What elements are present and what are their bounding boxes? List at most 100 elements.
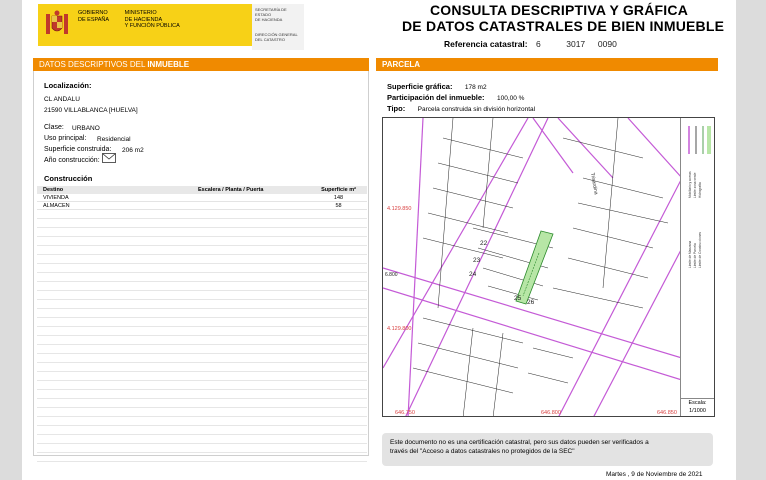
empty-table-row <box>37 426 367 435</box>
tipo-value: Parcela construida sin división horizont… <box>417 106 536 113</box>
disclaimer-box: Este documento no es una certificación c… <box>382 433 713 466</box>
empty-table-row <box>37 408 367 417</box>
legend-item: Mobiliario y aceras <box>688 171 692 198</box>
empty-table-row <box>37 336 367 345</box>
localizacion-label: Localización: <box>44 81 92 90</box>
superficie-label: Superficie construida: <box>44 146 112 153</box>
empty-table-row <box>37 291 367 300</box>
row-superficie: 58 <box>335 203 342 209</box>
empty-table-row <box>37 417 367 426</box>
disclaimer-line-2: través del "Acceso a datos catastrales n… <box>390 448 575 455</box>
secretaria-box: SECRETARÍA DE ESTADO DE HACIENDA DIRECCI… <box>252 4 304 50</box>
empty-table-row <box>37 372 367 381</box>
empty-table-row <box>37 219 367 228</box>
empty-table-row <box>37 390 367 399</box>
empty-table-row <box>37 255 367 264</box>
street-label: Trisardina <box>589 172 599 195</box>
tipo-row: Tipo: Parcela construida sin división ho… <box>387 98 535 116</box>
parcel-number-23: 23 <box>473 257 481 264</box>
map-legend: Límite de Manzana Límite de Parcela Lími… <box>680 118 714 400</box>
empty-table-row <box>37 381 367 390</box>
row-destino: ALMACEN <box>43 203 70 209</box>
cadastral-map[interactable]: 22 23 24 25 26 Trisardina 6.800 4.129.85… <box>382 117 715 417</box>
legend-item: Límite de Construcciones <box>698 232 702 268</box>
empty-table-row <box>37 435 367 444</box>
secretaria-line-1: SECRETARÍA DE ESTADO <box>255 7 287 17</box>
anio-label: Año construcción: <box>44 157 100 164</box>
parcel-number-25: 25 <box>514 295 522 302</box>
left-gutter <box>0 0 22 480</box>
blank-rows <box>37 210 367 462</box>
empty-table-row <box>37 363 367 372</box>
referencia-value: 6 3017 0090 <box>536 39 617 49</box>
empty-table-row <box>37 300 367 309</box>
parcel-number-26: 26 <box>527 299 535 306</box>
coord-label: 646.850 <box>657 410 677 416</box>
empty-table-row <box>37 228 367 237</box>
coord-label: 646.750 <box>395 410 415 416</box>
clase-value: URBANO <box>72 125 100 132</box>
referencia-catastral: Referencia catastral: 6 3017 0090 <box>444 39 617 49</box>
datos-descriptivos-panel: Localización: CL ANDALU 21590 VILLABLANC… <box>33 71 369 462</box>
empty-table-row <box>37 354 367 363</box>
empty-table-row <box>37 309 367 318</box>
document-title-line-2: DE DATOS CATASTRALES DE BIEN INMUEBLE <box>402 18 725 34</box>
ministerio-line-2: DE HACIENDA <box>124 16 163 23</box>
row-planta <box>198 194 316 201</box>
address-line-1: CL ANDALU <box>44 96 80 103</box>
legend-item: Hidrografía <box>698 182 702 198</box>
datos-descriptivos-prefix: DATOS DESCRIPTIVOS DEL <box>39 60 148 69</box>
parcela-header: PARCELA <box>376 58 718 71</box>
empty-table-row <box>37 237 367 246</box>
secretaria-line-2: DE HACIENDA <box>255 17 283 22</box>
address-line-2: 21590 VILLABLANCA [HUELVA] <box>44 107 138 114</box>
table-header-row: Destino Escalera / Planta / Puerta Super… <box>37 186 367 194</box>
empty-table-row <box>37 345 367 354</box>
escala-value: 1/1000 <box>689 408 706 414</box>
col-superficie: Superficie m² <box>321 187 356 193</box>
coord-label: 4.129.800 <box>387 326 411 332</box>
document-title-line-1: CONSULTA DESCRIPTIVA Y GRÁFICA <box>430 2 689 18</box>
direccion-line-2: DEL CATASTRO <box>255 37 285 42</box>
coord-label: 646.800 <box>541 410 561 416</box>
construccion-table: Destino Escalera / Planta / Puerta Super… <box>37 186 367 462</box>
empty-table-row <box>37 327 367 336</box>
map-drawing: 22 23 24 25 26 Trisardina 6.800 4.129.85… <box>383 118 682 416</box>
uso-label: Uso principal: <box>44 135 87 142</box>
parcel-number-24: 24 <box>469 271 477 278</box>
empty-table-row <box>37 246 367 255</box>
row-destino: VIVIENDA <box>43 195 69 201</box>
empty-table-row <box>37 264 367 273</box>
right-gutter <box>736 0 766 480</box>
table-row: VIVIENDA 148 <box>37 194 367 202</box>
uso-value: Residencial <box>97 136 131 143</box>
empty-table-row <box>37 453 367 462</box>
tipo-label: Tipo: <box>387 104 406 113</box>
legend-item: Límite de Manzana <box>688 241 692 268</box>
escala-label: Escala: <box>688 400 707 406</box>
coord-label: 4.129.850 <box>387 206 411 212</box>
superficie-value: 206 m2 <box>122 147 144 154</box>
empty-table-row <box>37 444 367 453</box>
clase-label: Clase: <box>44 124 64 131</box>
legend-item: Límite zona verde <box>693 172 697 198</box>
document-date: Martes , 9 de Noviembre de 2021 <box>606 471 703 478</box>
empty-table-row <box>37 273 367 282</box>
envelope-icon <box>102 153 116 163</box>
escala-box: Escala: 1/1000 <box>680 398 714 416</box>
col-planta: Escalera / Planta / Puerta <box>198 187 264 193</box>
parcel-number-22: 22 <box>480 240 488 247</box>
gobierno-line-2: DE ESPAÑA <box>78 16 110 23</box>
ministerio-line-1: MINISTERIO <box>124 10 157 16</box>
datos-descriptivos-bold: INMUEBLE <box>147 60 190 69</box>
referencia-label: Referencia catastral: <box>444 39 528 49</box>
row-superficie: 148 <box>333 195 344 201</box>
table-row: ALMACEN 58 <box>37 202 367 210</box>
empty-table-row <box>37 399 367 408</box>
street-label-2: 6.800 <box>385 272 398 278</box>
legend-item: Límite de Parcela <box>693 243 697 268</box>
empty-table-row <box>37 282 367 291</box>
coat-of-arms-icon <box>46 10 68 34</box>
document-header: GOBIERNO DE ESPAÑA MINISTERIO DE HACIEND… <box>30 0 736 58</box>
gobierno-text: GOBIERNO DE ESPAÑA MINISTERIO DE HACIEND… <box>78 10 194 30</box>
